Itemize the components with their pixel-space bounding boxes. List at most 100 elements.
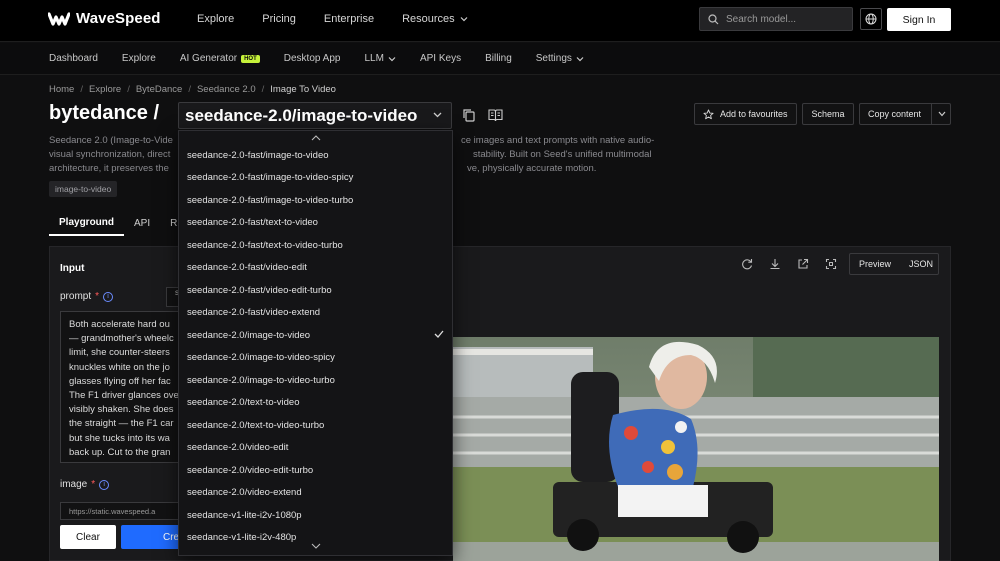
nav-enterprise[interactable]: Enterprise [324,13,374,25]
info-icon[interactable]: i [103,291,114,302]
breadcrumb-separator: / [188,84,191,95]
subnav-label: Settings [535,53,572,64]
create-button[interactable]: Cre [121,525,181,549]
subnav-dashboard[interactable]: Dashboard [49,53,98,64]
model-option[interactable]: seedance-2.0-fast/image-to-video-turbo [179,189,452,212]
chevron-down-icon [576,56,584,61]
model-option-selected[interactable]: seedance-2.0/image-to-video [179,324,452,347]
logo[interactable]: WaveSpeed [48,10,161,27]
description-text: ve, physically accurate motion. [467,163,597,174]
description-text: architecture, it preserves the [49,163,169,174]
refresh-icon[interactable] [741,258,753,270]
breadcrumb-current: Image To Video [270,84,336,95]
wave-logo-icon [48,11,70,26]
clear-button[interactable]: Clear [60,525,116,549]
prompt-textarea[interactable]: Both accelerate hard ou — grandmother's … [60,311,180,463]
checkmark-icon [434,330,444,338]
required-marker: * [91,479,96,490]
model-option[interactable]: seedance-2.0/image-to-video-spicy [179,347,452,370]
button-divider [931,104,932,124]
tab-bar: Playground API R [49,210,187,236]
page-title-owner: bytedance / [49,102,160,124]
prompt-line: glasses flying off her fac [69,375,171,387]
model-option[interactable]: seedance-2.0/video-edit [179,437,452,460]
tab-api[interactable]: API [124,210,160,236]
prompt-line: back up. Cut to the gran [69,446,171,458]
model-option[interactable]: seedance-2.0-fast/text-to-video [179,212,452,235]
breadcrumb-seedance[interactable]: Seedance 2.0 [197,84,256,95]
subnav-ai-generator[interactable]: AI Generator HOT [180,53,260,64]
breadcrumb-explore[interactable]: Explore [89,84,121,95]
breadcrumb-bytedance[interactable]: ByteDance [136,84,182,95]
scroll-down-icon[interactable] [311,543,321,549]
nav-pricing[interactable]: Pricing [262,13,296,25]
prompt-line: Both accelerate hard ou [69,319,170,330]
download-icon[interactable] [769,258,781,270]
model-options-list: seedance-2.0-fast/image-to-video seedanc… [179,144,452,549]
preview-scene [453,337,939,561]
chevron-down-icon[interactable] [938,111,946,117]
breadcrumb-separator: / [80,84,83,95]
open-external-icon[interactable] [797,258,809,270]
model-option[interactable]: seedance-2.0-fast/image-to-video [179,144,452,167]
schema-button[interactable]: Schema [802,103,854,125]
subnav-api-keys[interactable]: API Keys [420,53,461,64]
nav-explore[interactable]: Explore [197,13,234,25]
description-text: stability. Built on Seed's unified multi… [473,149,652,160]
prompt-line: — grandmother's wheelc [69,333,174,345]
prompt-enhancer-button[interactable]: s [166,287,179,307]
breadcrumb-home[interactable]: Home [49,84,74,95]
model-option[interactable]: seedance-2.0-fast/video-edit [179,257,452,280]
sub-nav: Dashboard Explore AI Generator HOT Deskto… [0,43,1000,75]
model-selector[interactable]: seedance-2.0/image-to-video [178,102,452,129]
nav-resources[interactable]: Resources [402,13,468,25]
image-url-input[interactable]: https://static.wavespeed.a [60,502,180,520]
model-option[interactable]: seedance-v1-lite-i2v-1080p [179,504,452,527]
subnav-explore[interactable]: Explore [122,53,156,64]
breadcrumb-separator: / [127,84,130,95]
prompt-label-text: prompt [60,291,92,302]
subnav-desktop-app[interactable]: Desktop App [284,53,341,64]
model-option[interactable]: seedance-2.0-fast/image-to-video-spicy [179,167,452,190]
sign-in-button[interactable]: Sign In [887,8,951,31]
subnav-settings[interactable]: Settings [536,53,584,64]
model-option[interactable]: seedance-2.0/text-to-video-turbo [179,414,452,437]
image-label-text: image [60,479,88,490]
favourites-label: Add to favourites [720,109,788,119]
model-option[interactable]: seedance-2.0/video-edit-turbo [179,459,452,482]
input-heading: Input [60,263,85,274]
nav-label: Enterprise [323,13,375,25]
copy-content-button[interactable]: Copy content [859,103,951,125]
subnav-label: LLM [364,53,384,64]
schema-label: Schema [811,109,845,119]
preview-tab[interactable]: Preview [850,259,900,269]
language-button[interactable] [860,8,882,30]
model-option[interactable]: seedance-2.0/video-extend [179,482,452,505]
fullscreen-icon[interactable] [825,258,837,270]
info-icon[interactable]: i [99,479,110,490]
add-to-favourites-button[interactable]: Add to favourites [694,103,797,125]
search-box[interactable] [699,7,853,31]
model-option[interactable]: seedance-2.0/text-to-video [179,392,452,415]
output-preview-image [453,337,939,561]
category-tag[interactable]: image-to-video [49,181,118,197]
subnav-llm[interactable]: LLM [364,53,396,64]
model-option[interactable]: seedance-2.0/image-to-video-turbo [179,369,452,392]
prompt-line: limit, she counter-steers [69,347,170,359]
nav-label: Pricing [262,13,296,25]
search-input[interactable] [726,13,846,25]
subnav-billing[interactable]: Billing [485,53,512,64]
required-marker: * [95,291,100,302]
scroll-up-icon[interactable] [311,135,321,141]
model-option[interactable]: seedance-2.0-fast/text-to-video-turbo [179,234,452,257]
json-tab[interactable]: JSON [900,259,942,269]
description-text: Seedance 2.0 (Image-to-Vide [49,135,173,146]
model-option-label: seedance-2.0/image-to-video [187,329,311,341]
copy-icon[interactable] [462,108,476,122]
model-option[interactable]: seedance-2.0-fast/video-extend [179,302,452,325]
book-icon[interactable] [488,108,503,122]
tab-playground[interactable]: Playground [49,210,125,236]
model-option[interactable]: seedance-2.0-fast/video-edit-turbo [179,279,452,302]
prompt-line: knuckles white on the jo [69,361,170,373]
copy-content-label: Copy content [868,109,922,119]
